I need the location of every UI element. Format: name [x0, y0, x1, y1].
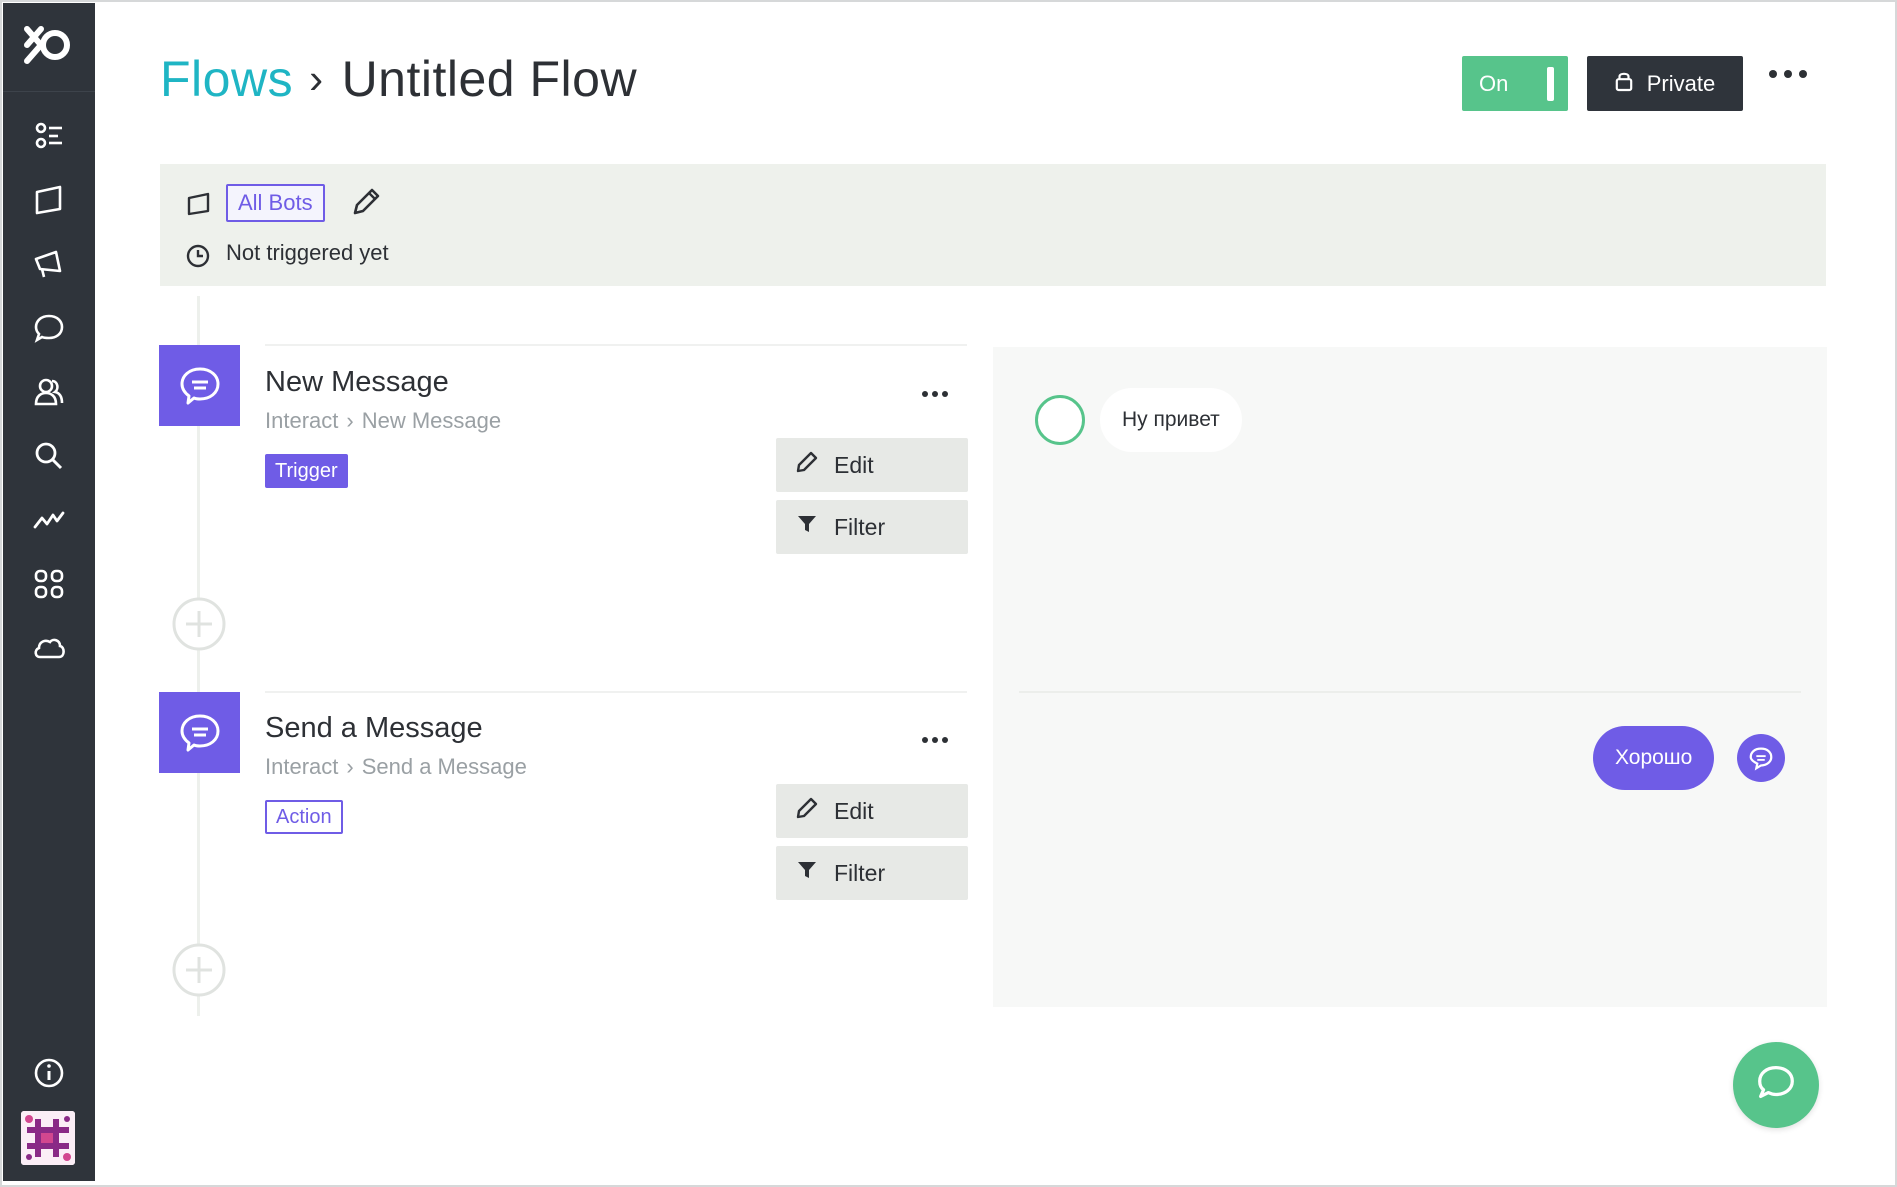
- breadcrumb-separator: ›: [309, 55, 324, 102]
- step-more-icon[interactable]: [920, 386, 950, 402]
- add-step-icon[interactable]: [171, 942, 227, 998]
- chat-icon[interactable]: [29, 308, 69, 348]
- breadcrumb: Flows › Untitled Flow: [160, 50, 637, 108]
- toggle-label: On: [1479, 70, 1509, 96]
- lock-icon: [1615, 70, 1633, 98]
- clock-icon: [184, 242, 212, 270]
- filter-button[interactable]: Filter: [776, 500, 968, 554]
- bot-icon: [185, 190, 213, 218]
- breadcrumb-flows-link[interactable]: Flows: [160, 50, 293, 108]
- edit-button[interactable]: Edit: [776, 438, 968, 492]
- step-more-icon[interactable]: [920, 732, 950, 748]
- conversation-preview: Ну привет Хорошо: [993, 347, 1827, 1007]
- toggle-knob: [1547, 67, 1554, 101]
- step-divider: [265, 344, 967, 346]
- pencil-icon: [794, 449, 820, 481]
- step-path-separator: ›: [346, 754, 354, 779]
- pencil-icon: [794, 795, 820, 827]
- apps-icon[interactable]: [29, 564, 69, 604]
- add-step-icon[interactable]: [171, 596, 227, 652]
- analytics-icon[interactable]: [29, 500, 69, 540]
- edit-pencil-icon[interactable]: [348, 184, 384, 220]
- preview-divider: [1019, 691, 1801, 693]
- bots-icon[interactable]: [29, 180, 69, 220]
- flows-icon[interactable]: [29, 116, 69, 156]
- step-title: New Message: [265, 366, 449, 398]
- trigger-status-text: Not triggered yet: [226, 240, 389, 265]
- bots-selector[interactable]: All Bots: [226, 184, 325, 222]
- privacy-button[interactable]: Private: [1587, 56, 1743, 111]
- trigger-badge: Trigger: [265, 454, 348, 488]
- step-divider: [265, 691, 967, 693]
- edit-label: Edit: [834, 451, 874, 478]
- search-icon[interactable]: [29, 436, 69, 476]
- flow-trigger-bar: All Bots Not triggered yet: [160, 164, 1826, 286]
- filter-icon: [794, 511, 820, 543]
- filter-button[interactable]: Filter: [776, 846, 968, 900]
- chat-support-button[interactable]: [1733, 1042, 1819, 1128]
- step-path-leaf: New Message: [361, 408, 502, 433]
- broadcast-icon[interactable]: [29, 244, 69, 284]
- filter-label: Filter: [834, 859, 886, 886]
- step-path: Interact › New Message: [265, 408, 501, 434]
- app-window: Flows › Untitled Flow On Private All Bot…: [0, 0, 1897, 1187]
- filter-label: Filter: [834, 513, 886, 540]
- step-path-leaf: Send a Message: [361, 754, 527, 779]
- cloud-icon[interactable]: [29, 628, 69, 668]
- privacy-label: Private: [1646, 70, 1716, 96]
- bot-message-icon: [1737, 734, 1785, 782]
- sidebar-divider: [3, 91, 95, 92]
- action-badge: Action: [265, 800, 343, 834]
- flow-active-toggle[interactable]: On: [1462, 56, 1568, 111]
- info-icon[interactable]: [29, 1053, 69, 1093]
- user-avatar-circle: [1035, 395, 1085, 445]
- message-step-icon: [159, 345, 240, 426]
- step-path: Interact › Send a Message: [265, 754, 527, 780]
- user-avatar[interactable]: [21, 1111, 75, 1165]
- message-step-icon: [159, 692, 240, 773]
- app-logo-icon[interactable]: [19, 19, 79, 71]
- sidebar: [3, 3, 95, 1181]
- step-path-separator: ›: [346, 408, 354, 433]
- filter-icon: [794, 857, 820, 889]
- step-path-root: Interact: [265, 408, 339, 433]
- edit-label: Edit: [834, 797, 874, 824]
- step-path-root: Interact: [265, 754, 339, 779]
- incoming-message-bubble: Ну привет: [1100, 388, 1242, 452]
- edit-button[interactable]: Edit: [776, 784, 968, 838]
- page-title: Untitled Flow: [341, 51, 638, 107]
- more-options-icon[interactable]: [1766, 66, 1810, 87]
- chat-bubble-icon: [1753, 1060, 1799, 1111]
- step-title: Send a Message: [265, 712, 483, 744]
- users-icon[interactable]: [29, 372, 69, 412]
- outgoing-message-bubble: Хорошо: [1593, 726, 1715, 790]
